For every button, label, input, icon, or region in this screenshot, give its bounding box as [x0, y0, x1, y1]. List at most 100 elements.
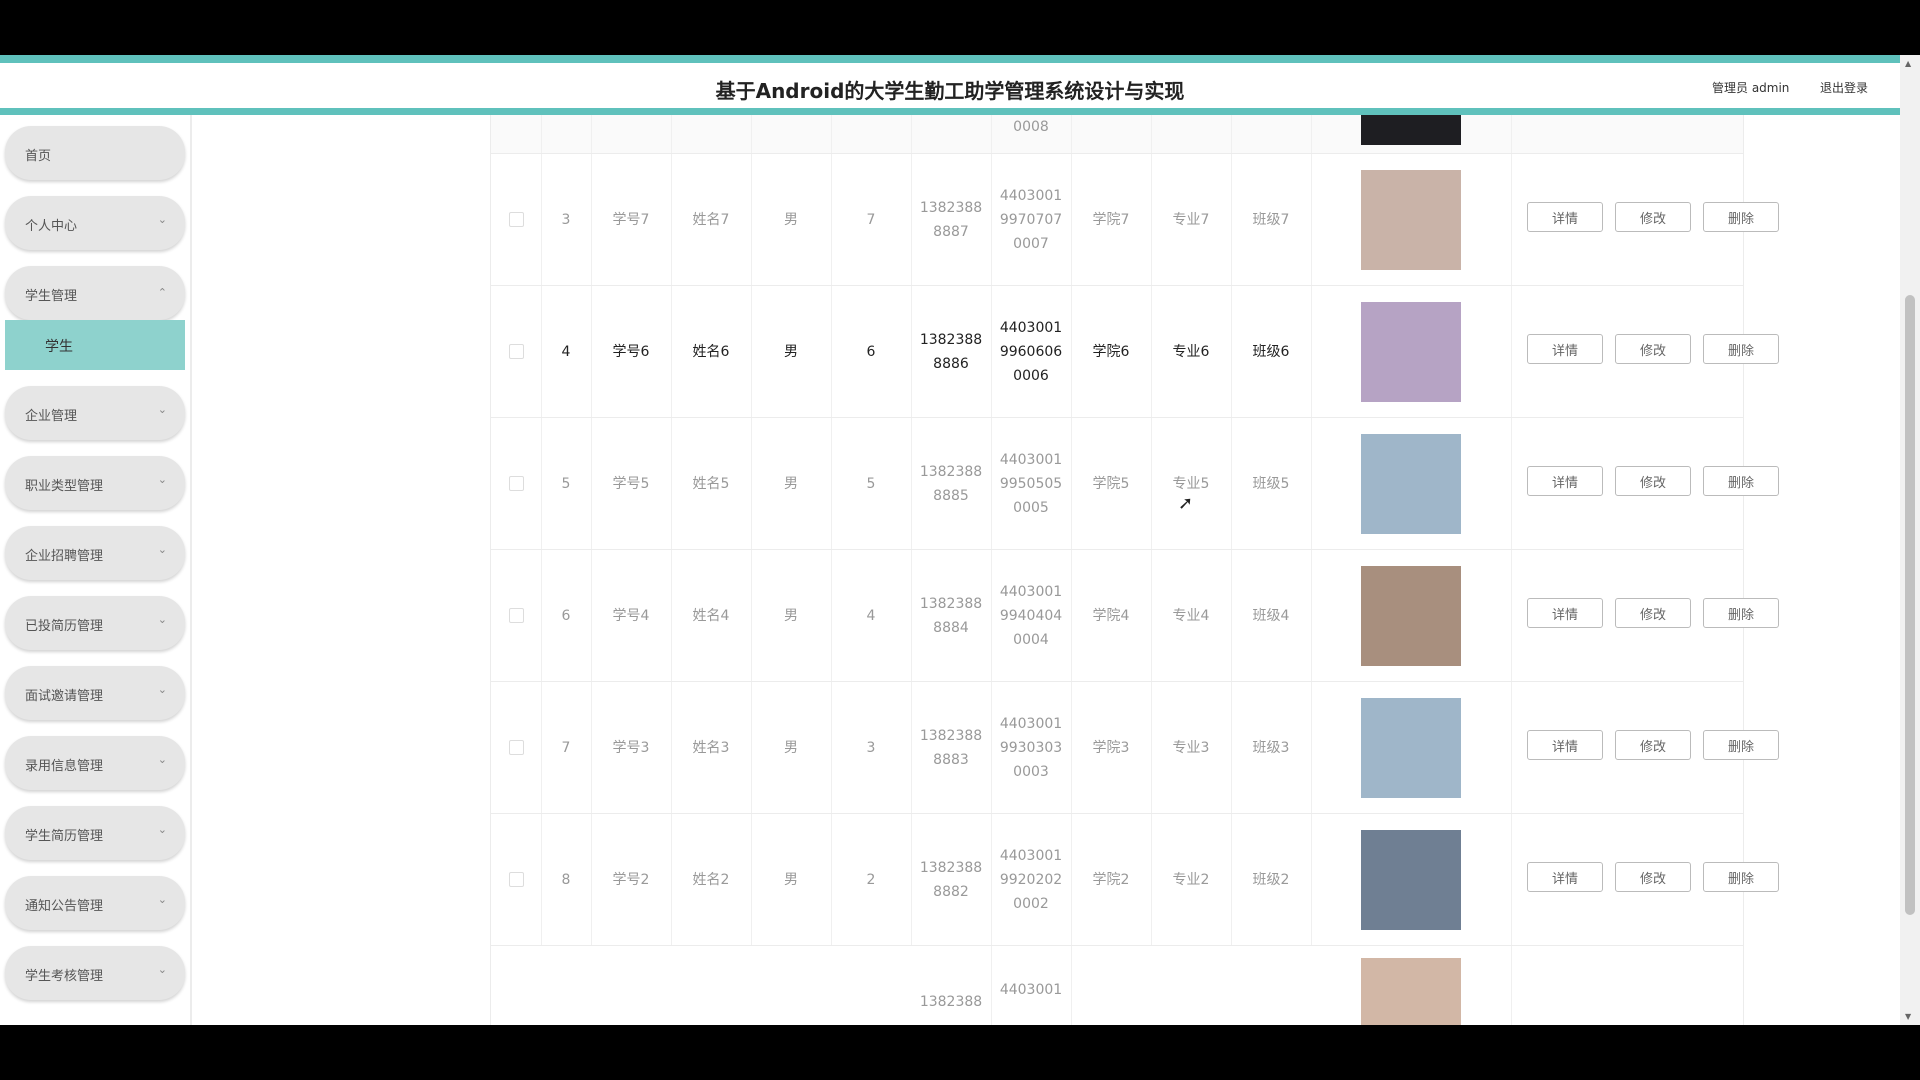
sidebar-item-notice[interactable]: 通知公告管理 ⌄: [5, 876, 185, 930]
photo-thumbnail[interactable]: [1361, 433, 1461, 534]
detail-button[interactable]: 详情: [1527, 862, 1603, 892]
chevron-down-icon: ⌄: [157, 823, 167, 836]
cell-age: 4: [831, 550, 912, 681]
logout-link[interactable]: 退出登录: [1820, 79, 1868, 96]
cell-index: 3: [541, 154, 592, 285]
sidebar-subitem-label: 学生: [45, 339, 73, 355]
cell-college: 学院2: [1071, 814, 1152, 945]
scroll-down-arrow-icon[interactable]: ▼: [1905, 1012, 1911, 1021]
photo-thumbnail[interactable]: [1361, 169, 1461, 270]
cell-gender: 男: [751, 682, 832, 813]
table-row: 6 学号4 姓名4 男 4 1382388 8884 4403001 9940404…: [491, 550, 1779, 682]
edit-button[interactable]: 修改: [1615, 862, 1691, 892]
photo-thumbnail[interactable]: [1361, 697, 1461, 798]
cell-class: 班级3: [1231, 682, 1312, 813]
row-checkbox[interactable]: [508, 740, 524, 755]
detail-button[interactable]: 详情: [1527, 334, 1603, 364]
cell-class: 班级5: [1231, 418, 1312, 549]
cell-age: 2: [831, 814, 912, 945]
cell-phone: 1382388 8886: [911, 286, 992, 417]
cell-index: 4: [541, 286, 592, 417]
delete-button[interactable]: 删除: [1703, 202, 1779, 232]
table-row: 8 学号2 姓名2 男 2 1382388 8882 4403001 9920202…: [491, 814, 1779, 946]
delete-button[interactable]: 删除: [1703, 466, 1779, 496]
row-checkbox[interactable]: [508, 212, 524, 227]
photo-thumbnail[interactable]: [1361, 565, 1461, 666]
sidebar-item-hire[interactable]: 录用信息管理 ⌄: [5, 736, 185, 790]
edit-button[interactable]: 修改: [1615, 202, 1691, 232]
sidebar-subitem-student[interactable]: 学生: [5, 320, 185, 370]
sidebar-item-label: 个人中心: [25, 219, 78, 234]
chevron-down-icon: ⌄: [157, 963, 167, 976]
cell-college: 学院6: [1071, 286, 1152, 417]
header: 基于Android的大学生勤工助学管理系统设计与实现 管理员 admin 退出登…: [0, 63, 1900, 108]
admin-label[interactable]: 管理员 admin: [1712, 79, 1789, 96]
table-row: 4 学号6 姓名6 男 6 1382388 8886 4403001 9960606…: [491, 286, 1779, 418]
sidebar-item-recruit[interactable]: 企业招聘管理 ⌄: [5, 526, 185, 580]
sidebar-item-label: 通知公告管理: [25, 899, 104, 914]
cell-student-no: 学号4: [591, 550, 672, 681]
cell-id-card: 4403001: [999, 982, 1063, 998]
sidebar-item-label: 录用信息管理: [25, 759, 104, 774]
edit-button[interactable]: 修改: [1615, 730, 1691, 760]
detail-button[interactable]: 详情: [1527, 730, 1603, 760]
cell-name: 姓名6: [671, 286, 752, 417]
cell-student-no: 学号2: [591, 814, 672, 945]
edit-button[interactable]: 修改: [1615, 466, 1691, 496]
delete-button[interactable]: 删除: [1703, 334, 1779, 364]
detail-button[interactable]: 详情: [1527, 202, 1603, 232]
sidebar-item-student-mgmt[interactable]: 学生管理 ⌃: [5, 266, 185, 320]
table-row-partial: 1382388 4403001: [491, 946, 1743, 1025]
sidebar-item-enterprise[interactable]: 企业管理 ⌄: [5, 386, 185, 440]
cell-phone: 1382388 8884: [911, 550, 992, 681]
cell-phone: 1382388 8885: [911, 418, 992, 549]
scrollbar-thumb[interactable]: [1905, 295, 1915, 915]
row-checkbox[interactable]: [508, 608, 524, 623]
cell-phone: 8888: [933, 115, 969, 117]
cell-major: 专业4: [1151, 550, 1232, 681]
page-scrollbar[interactable]: ▲ ▼: [1900, 55, 1920, 1025]
cell-phone: 1382388 8883: [911, 682, 992, 813]
cell-gender: 男: [751, 550, 832, 681]
photo-thumbnail[interactable]: [1361, 958, 1461, 1025]
mouse-cursor-icon: ➚: [1178, 493, 1194, 514]
detail-button[interactable]: 详情: [1527, 466, 1603, 496]
chevron-down-icon: ⌄: [157, 543, 167, 556]
detail-button[interactable]: 详情: [1527, 598, 1603, 628]
cell-phone: 1382388 8887: [911, 154, 992, 285]
delete-button[interactable]: 删除: [1703, 730, 1779, 760]
scroll-up-arrow-icon[interactable]: ▲: [1905, 59, 1911, 68]
row-checkbox[interactable]: [508, 872, 524, 887]
cell-major: 专业7: [1151, 154, 1232, 285]
cell-student-no: 学号3: [591, 682, 672, 813]
cell-age: 5: [831, 418, 912, 549]
student-table: 8888 0008 3 学号7 姓名7 男 7 13823888887 4403…: [490, 115, 1779, 1025]
photo-thumbnail[interactable]: [1361, 829, 1461, 930]
sidebar-item-home[interactable]: 首页: [5, 126, 185, 180]
cell-class: 班级2: [1231, 814, 1312, 945]
photo-thumbnail[interactable]: [1361, 301, 1461, 402]
sidebar-item-interview[interactable]: 面试邀请管理 ⌄: [5, 666, 185, 720]
edit-button[interactable]: 修改: [1615, 598, 1691, 628]
cell-class: 班级4: [1231, 550, 1312, 681]
cell-major: 专业5: [1151, 418, 1232, 549]
cell-index: 6: [541, 550, 592, 681]
row-checkbox[interactable]: [508, 344, 524, 359]
chevron-down-icon: ⌄: [157, 753, 167, 766]
sidebar-item-assessment[interactable]: 学生考核管理 ⌄: [5, 946, 185, 1000]
photo-thumbnail[interactable]: [1361, 115, 1461, 145]
sidebar-item-personal[interactable]: 个人中心 ⌄: [5, 196, 185, 250]
cell-class: 班级6: [1231, 286, 1312, 417]
delete-button[interactable]: 删除: [1703, 862, 1779, 892]
row-checkbox[interactable]: [508, 476, 524, 491]
delete-button[interactable]: 删除: [1703, 598, 1779, 628]
chevron-down-icon: ⌄: [157, 213, 167, 226]
sidebar-item-student-resume[interactable]: 学生简历管理 ⌄: [5, 806, 185, 860]
sidebar-item-job-type[interactable]: 职业类型管理 ⌄: [5, 456, 185, 510]
edit-button[interactable]: 修改: [1615, 334, 1691, 364]
chevron-up-icon: ⌃: [157, 286, 167, 299]
sidebar-item-label: 学生考核管理: [25, 969, 104, 984]
cell-student-no: 学号6: [591, 286, 672, 417]
sidebar-item-resume-sent[interactable]: 已投简历管理 ⌄: [5, 596, 185, 650]
cell-index: 5: [541, 418, 592, 549]
